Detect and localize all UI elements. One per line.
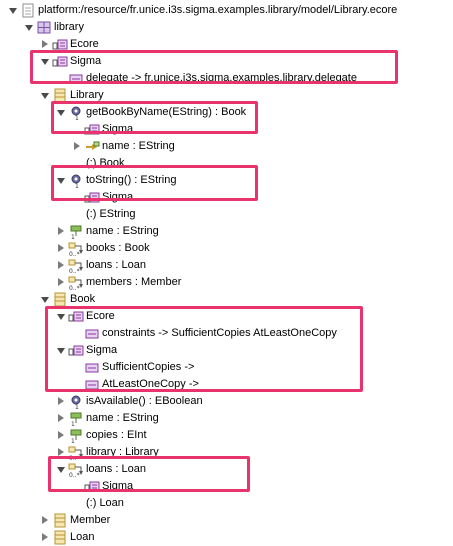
operation-icon: 1 — [71, 106, 81, 120]
annotation-icon — [68, 345, 84, 356]
tree-node-label: Sigma — [102, 123, 134, 135]
expand-arrow-icon[interactable] — [57, 314, 65, 320]
svg-text:0..*: 0..* — [69, 472, 80, 477]
tree-node-label: platform:/resource/fr.unice.i3s.sigma.ex… — [38, 4, 398, 16]
attribute-icon: 1 — [70, 412, 82, 426]
tree-node-label: (:) Loan — [86, 497, 124, 509]
collapse-arrow-icon[interactable] — [42, 516, 48, 524]
tree-node-label: (:) EString — [86, 208, 136, 220]
tree-node-label: name : EString — [86, 225, 159, 237]
reference-icon: 0..* — [68, 259, 83, 273]
tree-node-label: name : EString — [86, 412, 159, 424]
tree-node-label: books : Book — [86, 242, 150, 254]
class-icon — [54, 513, 66, 528]
tree-node-label: constraints -> SufficientCopies AtLeastO… — [102, 327, 337, 339]
annotation-icon — [84, 481, 100, 492]
entry-icon — [85, 329, 99, 339]
tree-node-label: loans : Loan — [86, 463, 146, 475]
expand-arrow-icon[interactable] — [57, 178, 65, 184]
class-icon — [54, 292, 66, 307]
collapse-arrow-icon[interactable] — [58, 244, 64, 252]
collapse-arrow-icon[interactable] — [58, 414, 64, 422]
tree-node-label: Book — [70, 293, 96, 305]
annotation-icon — [52, 39, 68, 50]
svg-text:0..*: 0..* — [69, 251, 80, 256]
entry-icon — [69, 74, 83, 84]
annotation-icon — [68, 311, 84, 322]
tree-node-label: library — [54, 21, 84, 33]
tree-node-label: AtLeastOneCopy -> — [102, 378, 199, 390]
reference-icon: 0..* — [68, 463, 83, 477]
collapse-arrow-icon[interactable] — [74, 142, 80, 150]
entry-icon — [85, 363, 99, 373]
operation-icon: 1 — [71, 395, 81, 409]
operation-icon: 1 — [71, 174, 81, 188]
expand-arrow-icon[interactable] — [41, 59, 49, 65]
svg-text:1: 1 — [75, 115, 79, 120]
attribute-icon: 1 — [70, 429, 82, 443]
collapse-arrow-icon[interactable] — [58, 448, 64, 456]
collapse-arrow-icon[interactable] — [58, 431, 64, 439]
tree-node-label: Sigma — [86, 344, 118, 356]
svg-text:0..*: 0..* — [69, 268, 80, 273]
tree-node-label: library : Library — [86, 446, 159, 458]
svg-text:1: 1 — [71, 421, 75, 426]
svg-text:0..*: 0..* — [69, 285, 80, 290]
expand-arrow-icon[interactable] — [41, 297, 49, 303]
tree-node-label: delegate -> fr.unice.i3s.sigma.examples.… — [86, 72, 357, 84]
tree-node-label: Member — [70, 514, 111, 526]
tree-node-label: Ecore — [86, 310, 115, 322]
tree-node-label: copies : EInt — [86, 429, 147, 441]
collapse-arrow-icon[interactable] — [42, 533, 48, 541]
annotation-icon — [52, 56, 68, 67]
svg-text:1: 1 — [71, 234, 75, 239]
class-icon — [54, 88, 66, 103]
expand-arrow-icon[interactable] — [57, 467, 65, 473]
resource-file-icon — [22, 3, 34, 18]
attribute-icon: 1 — [70, 225, 82, 239]
svg-text:0..*: 0..* — [69, 455, 80, 460]
parameter-icon — [86, 141, 100, 150]
collapse-arrow-icon[interactable] — [58, 227, 64, 235]
annotation-icon — [84, 192, 100, 203]
reference-icon: 0..* — [68, 446, 83, 460]
tree-node-label: isAvailable() : EBoolean — [86, 395, 203, 407]
collapse-arrow-icon[interactable] — [58, 261, 64, 269]
tree-node-label: name : EString — [102, 140, 175, 152]
tree-node-label: Loan — [70, 531, 95, 543]
annotation-icon — [84, 124, 100, 135]
svg-text:1: 1 — [71, 438, 75, 443]
svg-text:1: 1 — [75, 404, 79, 409]
tree-node-label: Sigma — [102, 480, 134, 492]
tree-node-label: loans : Loan — [86, 259, 146, 271]
reference-icon: 0..* — [68, 276, 83, 290]
tree-node-label: (:) Book — [86, 157, 125, 169]
collapse-arrow-icon[interactable] — [58, 278, 64, 286]
expand-arrow-icon[interactable] — [9, 8, 17, 14]
ecore-tree-view[interactable]: platform:/resource/fr.unice.i3s.sigma.ex… — [0, 0, 453, 546]
tree-node-label: Sigma — [102, 191, 134, 203]
tree-node-label: Sigma — [70, 55, 102, 67]
svg-text:1: 1 — [75, 183, 79, 188]
tree-node-label: Library — [70, 89, 104, 101]
tree-node-label: members : Member — [86, 276, 182, 288]
tree-node-label: Ecore — [70, 38, 99, 50]
collapse-arrow-icon[interactable] — [58, 397, 64, 405]
expand-arrow-icon[interactable] — [41, 93, 49, 99]
tree-node-label: SufficientCopies -> — [102, 361, 195, 373]
tree-node-label: getBookByName(EString) : Book — [86, 106, 247, 118]
class-icon — [54, 530, 66, 545]
expand-arrow-icon[interactable] — [57, 110, 65, 116]
expand-arrow-icon[interactable] — [25, 25, 33, 31]
collapse-arrow-icon[interactable] — [42, 40, 48, 48]
reference-icon: 0..* — [68, 242, 83, 256]
expand-arrow-icon[interactable] — [57, 348, 65, 354]
tree-node-label: toString() : EString — [86, 174, 177, 186]
entry-icon — [85, 380, 99, 390]
package-icon — [37, 21, 51, 34]
